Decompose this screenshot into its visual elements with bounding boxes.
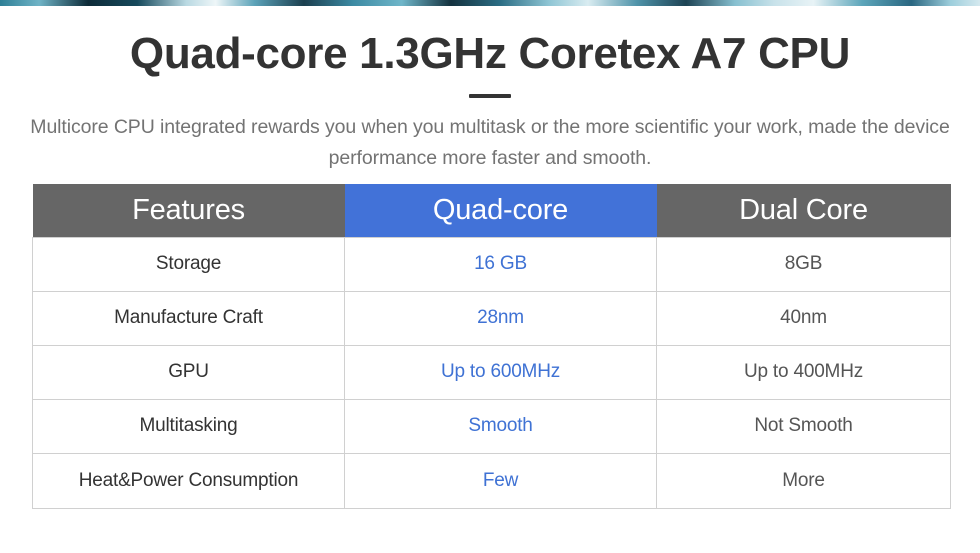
table-body: Storage 16 GB 8GB Manufacture Craft 28nm… xyxy=(32,236,951,509)
cell-quad-core-value: Up to 600MHz xyxy=(344,344,657,400)
table-row: Heat&Power Consumption Few More xyxy=(32,452,951,509)
cpu-comparison-table: Features Quad-core Dual Core Storage 16 … xyxy=(32,184,951,509)
table-header-row: Features Quad-core Dual Core xyxy=(32,184,951,237)
page-header: Quad-core 1.3GHz Coretex A7 CPU Multicor… xyxy=(0,6,980,175)
cell-dual-core-value: More xyxy=(656,452,951,509)
cell-feature-name: Heat&Power Consumption xyxy=(32,452,345,509)
cell-feature-name: Storage xyxy=(32,236,345,292)
cell-dual-core-value: 8GB xyxy=(656,236,951,292)
cell-dual-core-value: Not Smooth xyxy=(656,398,951,454)
cell-dual-core-value: 40nm xyxy=(656,290,951,346)
cell-quad-core-value: 16 GB xyxy=(344,236,657,292)
page-title: Quad-core 1.3GHz Coretex A7 CPU xyxy=(129,29,851,78)
table-row: GPU Up to 600MHz Up to 400MHz xyxy=(32,344,951,400)
column-header-quad-core: Quad-core xyxy=(344,184,657,237)
title-divider xyxy=(469,93,511,98)
column-header-features: Features xyxy=(32,184,345,237)
cell-quad-core-value: 28nm xyxy=(344,290,657,346)
cell-feature-name: GPU xyxy=(32,344,345,400)
page-subtitle: Multicore CPU integrated rewards you whe… xyxy=(30,115,950,170)
table-row: Manufacture Craft 28nm 40nm xyxy=(32,290,951,346)
cell-quad-core-value: Smooth xyxy=(344,398,657,454)
table-row: Storage 16 GB 8GB xyxy=(32,236,951,292)
cell-dual-core-value: Up to 400MHz xyxy=(656,344,951,400)
cell-feature-name: Multitasking xyxy=(32,398,345,454)
column-header-dual-core: Dual Core xyxy=(656,184,951,237)
cell-feature-name: Manufacture Craft xyxy=(32,290,345,346)
table-header: Features Quad-core Dual Core xyxy=(32,184,951,237)
table-row: Multitasking Smooth Not Smooth xyxy=(32,398,951,454)
cell-quad-core-value: Few xyxy=(344,452,657,509)
